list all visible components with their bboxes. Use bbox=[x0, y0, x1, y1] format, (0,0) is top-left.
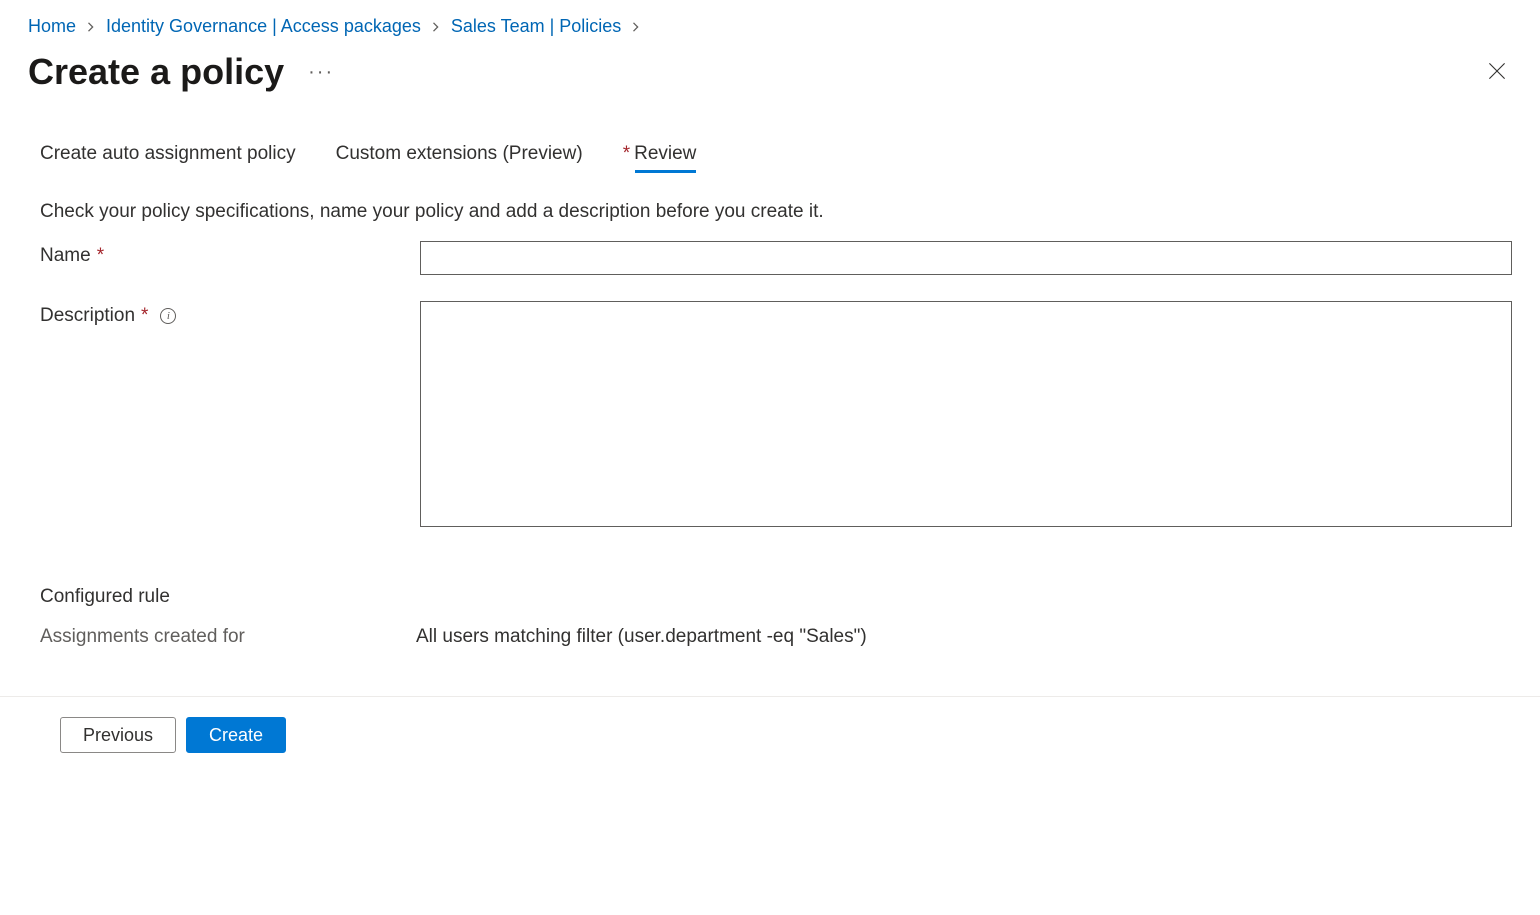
tab-create-auto-assignment[interactable]: Create auto assignment policy bbox=[40, 143, 296, 171]
tab-label: Create auto assignment policy bbox=[40, 143, 296, 164]
chevron-right-icon bbox=[431, 22, 441, 32]
label-text: Description bbox=[40, 305, 135, 327]
label-text: Name bbox=[40, 245, 91, 267]
more-actions-icon[interactable]: ··· bbox=[308, 62, 334, 82]
previous-button[interactable]: Previous bbox=[60, 717, 176, 753]
header: Create a policy ··· bbox=[28, 51, 1512, 93]
assignments-row: Assignments created for All users matchi… bbox=[40, 626, 1512, 648]
breadcrumb-sales-team-policies[interactable]: Sales Team | Policies bbox=[451, 16, 621, 37]
tab-custom-extensions[interactable]: Custom extensions (Preview) bbox=[336, 143, 583, 171]
description-input[interactable] bbox=[420, 301, 1512, 527]
breadcrumb-identity-governance[interactable]: Identity Governance | Access packages bbox=[106, 16, 421, 37]
tab-label: Review bbox=[634, 143, 696, 164]
tabs: Create auto assignment policy Custom ext… bbox=[40, 143, 1512, 171]
description-label: Description * i bbox=[40, 301, 420, 327]
required-indicator: * bbox=[623, 143, 630, 164]
breadcrumb: Home Identity Governance | Access packag… bbox=[28, 16, 1512, 37]
name-input[interactable] bbox=[420, 241, 1512, 275]
assignments-value: All users matching filter (user.departme… bbox=[416, 626, 867, 648]
tab-label: Custom extensions (Preview) bbox=[336, 143, 583, 164]
breadcrumb-home[interactable]: Home bbox=[28, 16, 76, 37]
create-button[interactable]: Create bbox=[186, 717, 286, 753]
intro-text: Check your policy specifications, name y… bbox=[40, 201, 1512, 223]
form-row-description: Description * i bbox=[40, 301, 1512, 530]
tab-review[interactable]: *Review bbox=[623, 143, 697, 171]
chevron-right-icon bbox=[631, 22, 641, 32]
required-indicator: * bbox=[97, 245, 104, 267]
chevron-right-icon bbox=[86, 22, 96, 32]
required-indicator: * bbox=[141, 305, 148, 327]
close-icon bbox=[1486, 60, 1508, 82]
info-icon[interactable]: i bbox=[160, 308, 176, 324]
configured-rule-heading: Configured rule bbox=[40, 586, 1512, 608]
form-row-name: Name * bbox=[40, 241, 1512, 275]
assignments-label: Assignments created for bbox=[40, 626, 416, 648]
name-label: Name * bbox=[40, 241, 420, 267]
page-title: Create a policy bbox=[28, 51, 284, 93]
footer: Previous Create bbox=[0, 696, 1540, 773]
close-button[interactable] bbox=[1482, 56, 1512, 89]
